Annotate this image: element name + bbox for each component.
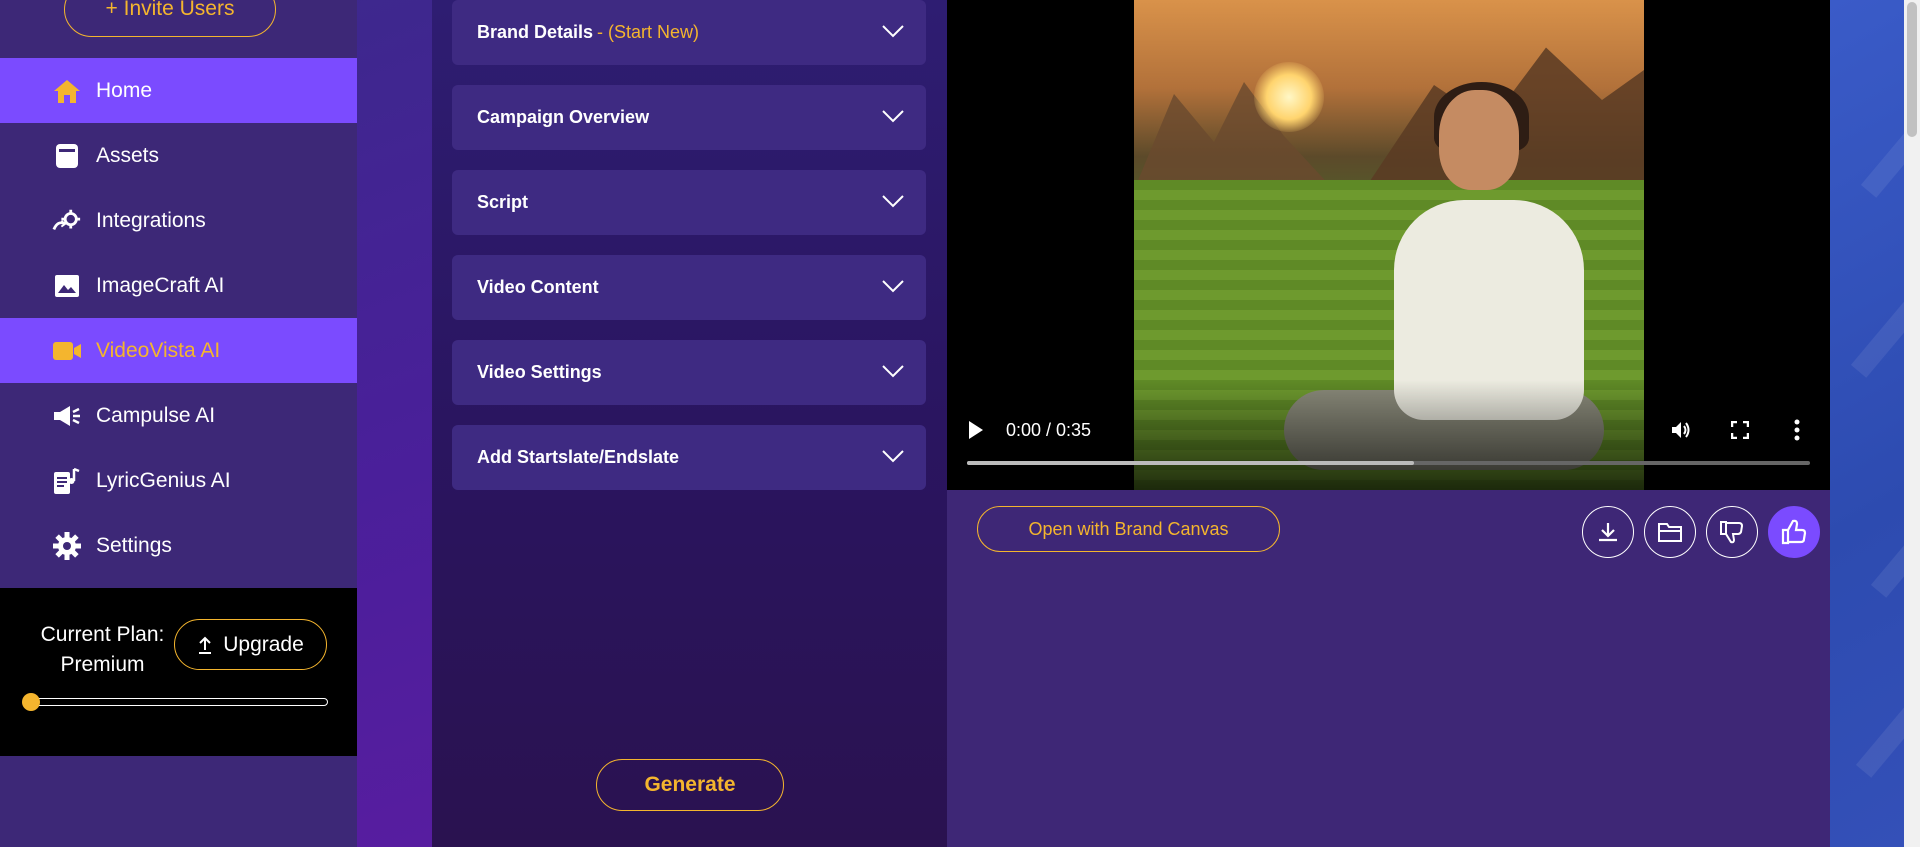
sidebar-item-label: Settings xyxy=(96,533,172,557)
video-progress-bar[interactable] xyxy=(967,461,1810,465)
plan-slider-thumb[interactable] xyxy=(22,693,40,711)
plan-name: Premium xyxy=(60,653,145,676)
chevron-down-icon xyxy=(882,25,904,38)
accordion-title: Video Settings xyxy=(477,362,602,382)
thumbs-up-icon xyxy=(1781,519,1807,545)
sidebar-nav: Home Assets Integrations ImageCraft AI V… xyxy=(0,58,357,578)
video-camera-icon xyxy=(52,336,82,366)
chevron-down-icon xyxy=(882,110,904,123)
sidebar-item-imagecraft[interactable]: ImageCraft AI xyxy=(0,253,357,318)
plan-slider-track[interactable] xyxy=(26,698,328,706)
volume-icon[interactable] xyxy=(1670,419,1692,441)
more-options-icon[interactable] xyxy=(1794,419,1800,441)
sidebar: + Invite Users Home Assets Integrations … xyxy=(0,0,357,847)
sidebar-item-label: LyricGenius AI xyxy=(96,468,231,492)
assets-icon xyxy=(52,141,82,171)
megaphone-icon xyxy=(52,401,82,431)
play-icon[interactable] xyxy=(967,419,985,441)
gear-icon xyxy=(52,531,82,561)
accordion-title: Campaign Overview xyxy=(477,107,650,127)
accordion-video-content[interactable]: Video Content xyxy=(452,255,926,320)
generate-button[interactable]: Generate xyxy=(596,759,784,811)
accordion-title: Script xyxy=(477,192,529,212)
accordion-note: - (Start New) xyxy=(597,22,700,42)
upload-icon xyxy=(199,636,212,654)
thumbs-down-icon xyxy=(1720,521,1744,544)
form-panel: Brand Details - (Start New) Campaign Ove… xyxy=(432,0,947,847)
chevron-down-icon xyxy=(882,195,904,208)
sun-graphic xyxy=(1254,62,1324,132)
save-to-folder-button[interactable] xyxy=(1644,506,1696,558)
upgrade-button[interactable]: Upgrade xyxy=(174,619,327,670)
lyrics-icon xyxy=(52,466,82,496)
current-plan-label: Current Plan: Premium xyxy=(30,620,175,680)
download-button[interactable] xyxy=(1582,506,1634,558)
fullscreen-icon[interactable] xyxy=(1731,421,1749,439)
sidebar-item-lyricgenius[interactable]: LyricGenius AI xyxy=(0,448,357,513)
scrollbar-thumb[interactable] xyxy=(1907,2,1917,137)
sidebar-item-home[interactable]: Home xyxy=(0,58,357,123)
folder-icon xyxy=(1658,523,1682,542)
sidebar-item-label: VideoVista AI xyxy=(96,338,221,362)
accordion-title: Add Startslate/Endslate xyxy=(477,447,680,467)
accordion-script[interactable]: Script xyxy=(452,170,926,235)
video-progress-fill xyxy=(967,461,1414,465)
sidebar-item-settings[interactable]: Settings xyxy=(0,513,357,578)
open-brand-canvas-button[interactable]: Open with Brand Canvas xyxy=(977,506,1280,552)
video-time: 0:00 / 0:35 xyxy=(1006,420,1092,440)
accordion-title: Video Content xyxy=(477,277,599,297)
sidebar-item-label: ImageCraft AI xyxy=(96,273,225,297)
chevron-down-icon xyxy=(882,280,904,293)
upgrade-label: Upgrade xyxy=(223,632,304,656)
dislike-button[interactable] xyxy=(1706,506,1758,558)
accordion-campaign-overview[interactable]: Campaign Overview xyxy=(452,85,926,150)
home-icon xyxy=(52,76,82,106)
sidebar-item-videovista[interactable]: VideoVista AI xyxy=(0,318,357,383)
sidebar-item-label: Campulse AI xyxy=(96,403,216,427)
integrations-icon xyxy=(52,206,82,236)
image-icon xyxy=(52,271,82,301)
plan-label: Current Plan: xyxy=(40,623,165,646)
sidebar-item-label: Home xyxy=(96,78,153,102)
like-button[interactable] xyxy=(1768,506,1820,558)
sidebar-item-label: Assets xyxy=(96,143,160,167)
sidebar-item-assets[interactable]: Assets xyxy=(0,123,357,188)
sidebar-item-campulse[interactable]: Campulse AI xyxy=(0,383,357,448)
invite-users-button[interactable]: + Invite Users xyxy=(64,0,276,37)
sidebar-item-label: Integrations xyxy=(96,208,206,232)
page-scrollbar[interactable] xyxy=(1904,0,1920,847)
accordion-video-settings[interactable]: Video Settings xyxy=(452,340,926,405)
video-player[interactable]: 0:00 / 0:35 xyxy=(947,0,1830,490)
chevron-down-icon xyxy=(882,450,904,463)
accordion-brand-details[interactable]: Brand Details - (Start New) xyxy=(452,0,926,65)
download-icon xyxy=(1599,523,1617,542)
accordion-title: Brand Details xyxy=(477,22,594,42)
sidebar-item-integrations[interactable]: Integrations xyxy=(0,188,357,253)
plan-panel: Current Plan: Premium Upgrade xyxy=(0,588,357,756)
chevron-down-icon xyxy=(882,365,904,378)
accordion-startslate-endslate[interactable]: Add Startslate/Endslate xyxy=(452,425,926,490)
